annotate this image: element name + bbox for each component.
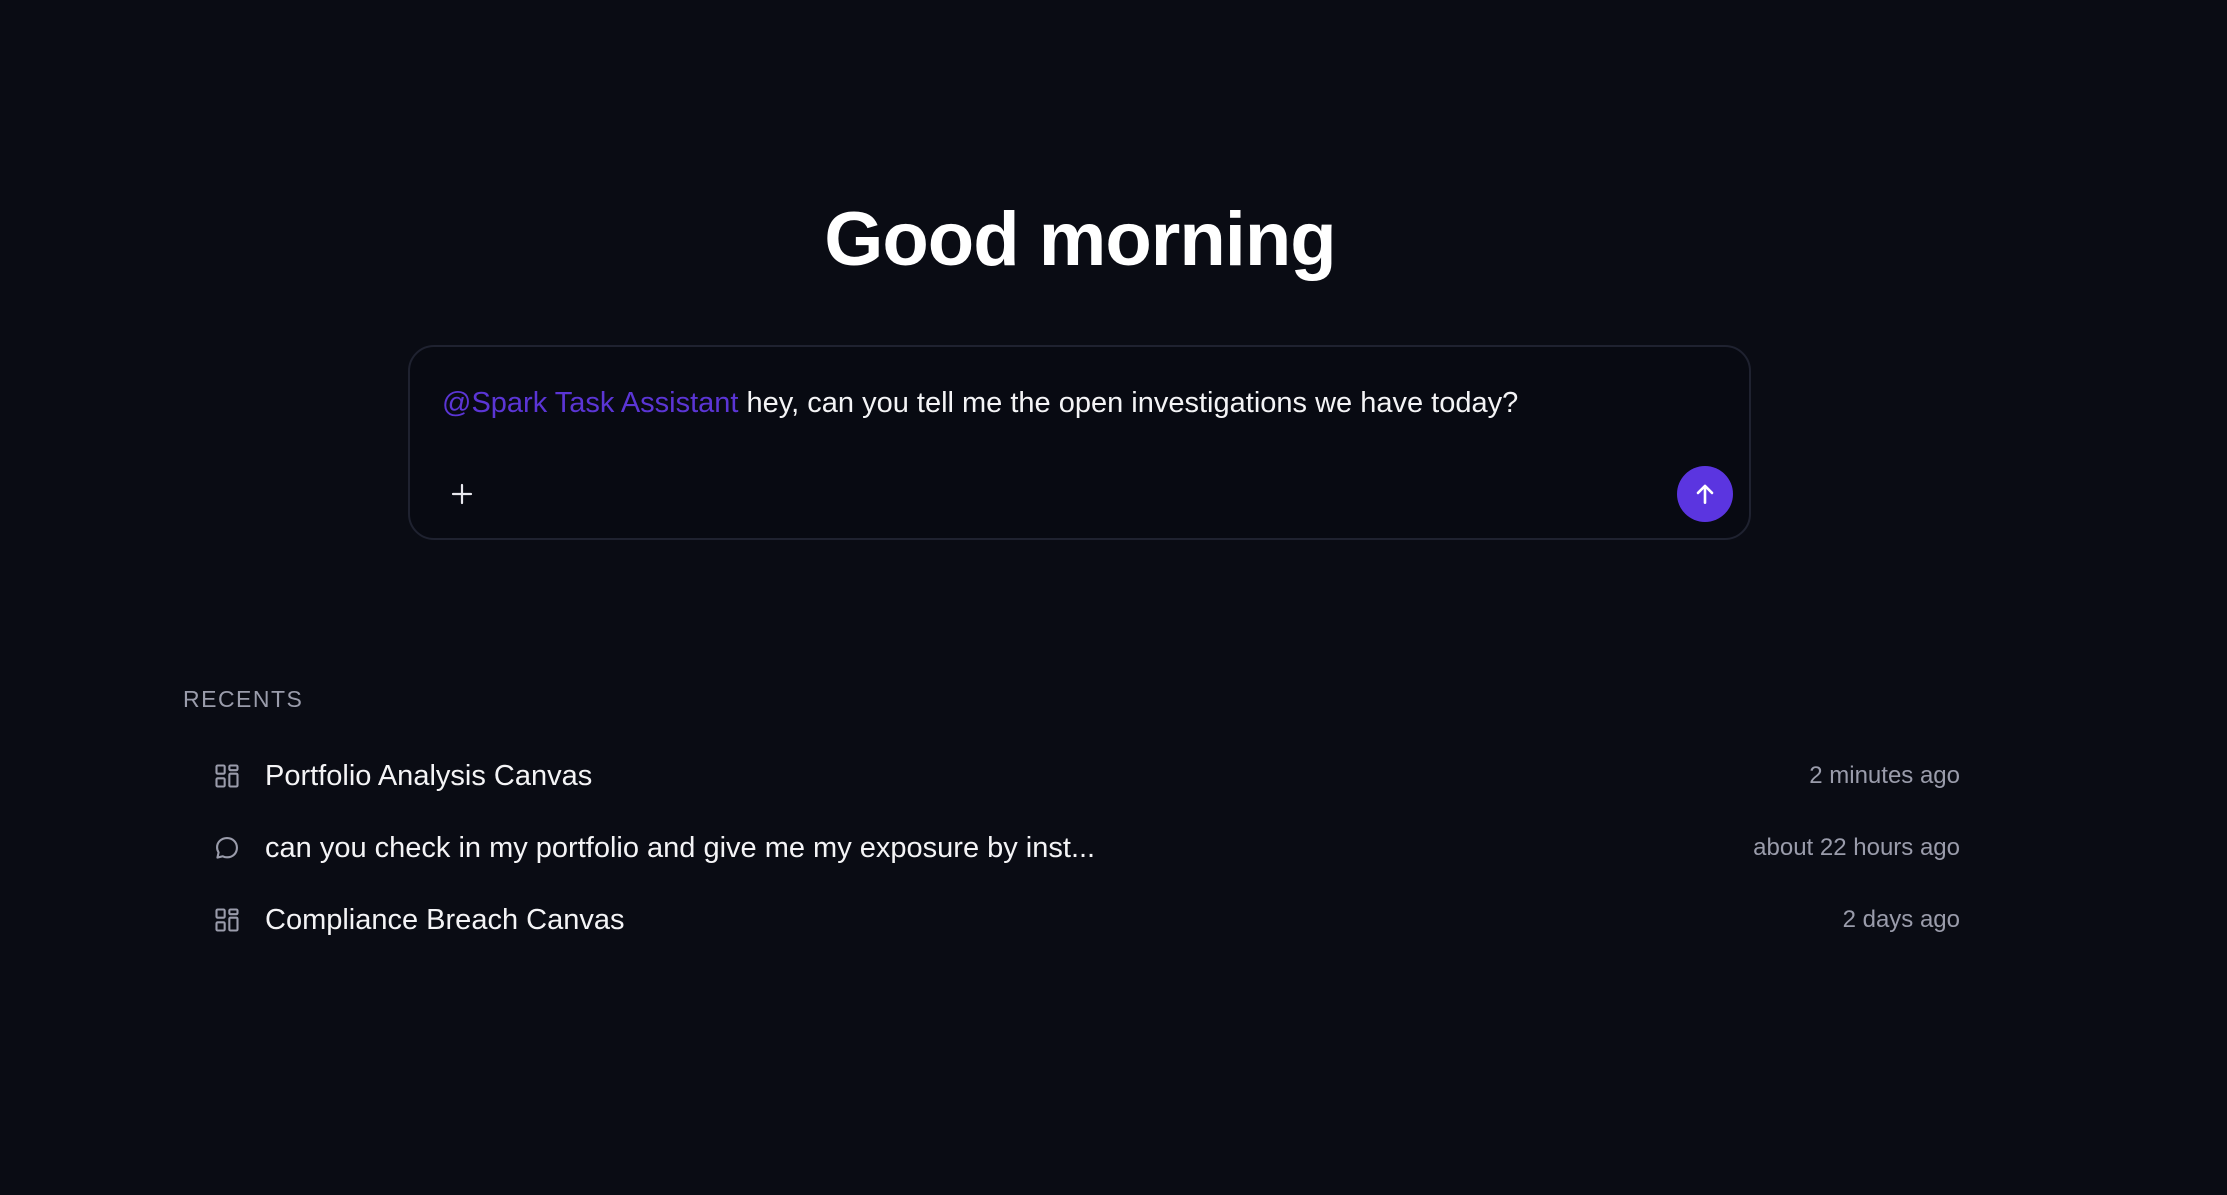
recent-item[interactable]: Portfolio Analysis Canvas 2 minutes ago bbox=[183, 740, 1960, 812]
recent-item-time: 2 days ago bbox=[1842, 906, 1960, 933]
recent-item-title: Portfolio Analysis Canvas bbox=[265, 759, 593, 792]
home-page: Good morning @Spark Task Assistant hey, … bbox=[0, 0, 2227, 1195]
recent-item[interactable]: can you check in my portfolio and give m… bbox=[183, 812, 1960, 884]
arrow-up-icon bbox=[1696, 484, 1714, 504]
recent-item-time: 2 minutes ago bbox=[1809, 762, 1960, 789]
recents-heading: RECENTS bbox=[183, 686, 304, 712]
recents-list: Portfolio Analysis Canvas 2 minutes ago … bbox=[183, 740, 1960, 956]
plus-icon bbox=[451, 483, 473, 505]
message-input[interactable]: @Spark Task Assistant hey, can you tell … bbox=[442, 383, 1709, 423]
recent-item-title: Compliance Breach Canvas bbox=[265, 903, 625, 936]
canvas-icon bbox=[207, 900, 247, 940]
recent-item-title: can you check in my portfolio and give m… bbox=[265, 831, 1096, 864]
chat-bubble-icon bbox=[207, 828, 247, 868]
send-button[interactable] bbox=[1677, 466, 1733, 522]
add-attachment-button[interactable] bbox=[440, 472, 484, 516]
canvas-icon bbox=[207, 756, 247, 796]
recent-item-time: about 22 hours ago bbox=[1753, 834, 1960, 861]
recent-item[interactable]: Compliance Breach Canvas 2 days ago bbox=[183, 884, 1960, 956]
message-text: hey, can you tell me the open investigat… bbox=[738, 387, 1519, 419]
greeting-title: Good morning bbox=[824, 197, 1336, 282]
message-composer[interactable]: @Spark Task Assistant hey, can you tell … bbox=[408, 345, 1751, 540]
assistant-mention: @Spark Task Assistant bbox=[442, 387, 739, 419]
